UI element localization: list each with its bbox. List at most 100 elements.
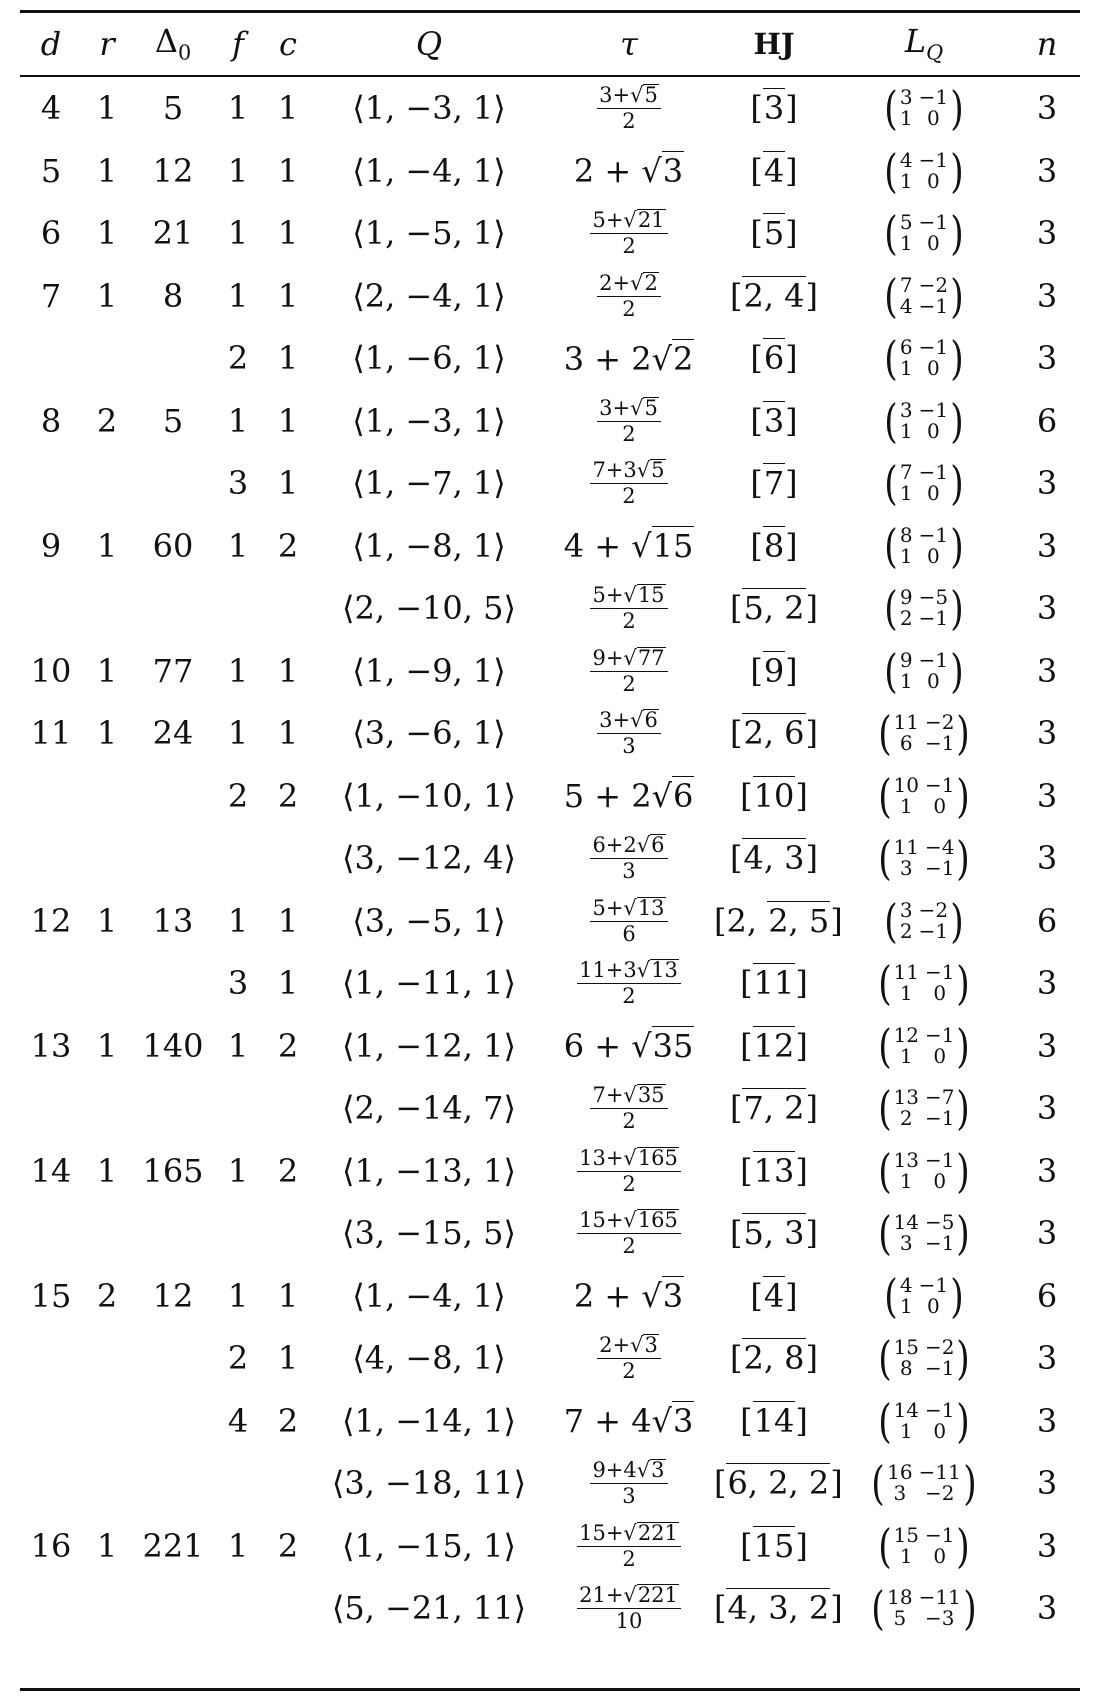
matrix: (10 −1 1 0) (877, 768, 971, 823)
matrix-entry: 3 (899, 85, 913, 110)
matrix-entry: −1 (918, 918, 949, 943)
cell-hj: [12] (740, 1025, 808, 1065)
fraction-numerator: 5+ √ 21 (590, 209, 668, 235)
matrix: (11 −4 3 −1) (877, 831, 971, 886)
matrix-entry: −1 (924, 731, 955, 756)
cell-d (20, 765, 82, 828)
fraction-denominator: 2 (622, 1109, 636, 1134)
fraction-denominator: 2 (622, 1359, 636, 1384)
header-hj: HJ (753, 26, 795, 61)
cell-lq: (3 −1 1 0) (834, 390, 1014, 453)
matrix-entry: 1 (899, 543, 913, 568)
cell-tau: 2+ √ 2 2 (544, 265, 714, 328)
cell-q: ⟨1, −3, 1⟩ (352, 401, 506, 440)
cell-f: 2 (227, 776, 249, 815)
fraction: 11+3 √ 13 2 (577, 959, 681, 1007)
cell-lq: (10 −1 1 0) (834, 765, 1014, 828)
cell-f (214, 1202, 262, 1265)
matrix-entry: 0 (927, 543, 940, 568)
cell-hj: [4] (750, 1275, 798, 1315)
cell-c (262, 577, 314, 640)
fraction-numerator: 5+ √ 13 (590, 896, 668, 922)
cell-r (82, 327, 132, 390)
cell-f: 1 (227, 651, 249, 690)
cell-delta: 221 (142, 1526, 204, 1565)
fraction: 13+ √ 165 2 (577, 1146, 681, 1196)
matrix-entry: −1 (924, 1106, 955, 1131)
matrix-entry: −11 (918, 1585, 961, 1610)
cell-hj: [15] (740, 1525, 808, 1565)
cell-hj: [13] (740, 1150, 808, 1190)
matrix-entry: 9 (899, 585, 913, 610)
cell-c: 2 (277, 1151, 299, 1190)
cell-r: 2 (96, 1276, 118, 1315)
cell-delta (132, 765, 214, 828)
cell-hj: [2, 2, 5] (714, 900, 843, 940)
fraction: 3+ √ 5 2 (597, 396, 661, 445)
cell-f: 1 (227, 276, 249, 315)
cell-lq: (16 −11 3 −2) (834, 1452, 1014, 1515)
period-overline: 7, 2 (742, 1088, 806, 1128)
matrix-entry: 7 (899, 460, 913, 485)
cell-r: 1 (96, 89, 118, 128)
table-row: ⟨2, −10, 5⟩ 5+ √ 15 2 [5, 2](9 −5 2 −1) 3 (20, 577, 1080, 640)
table-row: 4 2 ⟨1, −14, 1⟩ 7 + 4 √ 3 [14](14 −1 1 0) 3 (20, 1390, 1080, 1453)
fraction-numerator: 7+ √ 35 (590, 1084, 668, 1110)
sqrt: √ 3 (641, 151, 685, 191)
fraction-denominator: 2 (622, 1171, 636, 1196)
period-overline: 3 (762, 88, 786, 128)
cell-hj: [2, 8] (729, 1338, 819, 1378)
cell-hj: [7] (750, 463, 798, 503)
cell-lq: (18 −11 5 −3) (834, 1577, 1014, 1640)
fraction-numerator: 3+ √ 5 (597, 83, 661, 110)
matrix: (13 −1 1 0) (877, 1143, 971, 1198)
cell-lq: (4 −1 1 0) (834, 140, 1014, 203)
fraction: 7+3 √ 5 2 (590, 459, 668, 507)
header-c: c (279, 24, 297, 63)
matrix: (7 −2 4 −1) (884, 268, 964, 323)
matrix-entry: 6 (899, 335, 913, 360)
cell-n: 3 (1036, 276, 1058, 315)
cell-f: 4 (227, 1401, 249, 1440)
matrix-entry: 0 (927, 1293, 940, 1318)
cell-delta (132, 952, 214, 1015)
period-overline: 4, 3, 2 (726, 1588, 831, 1628)
fraction-denominator: 2 (622, 1234, 636, 1259)
cell-d (20, 1327, 82, 1390)
cell-d (20, 452, 82, 515)
table-row: 11 1 24 1 1 ⟨3, −6, 1⟩ 3+ √ 6 3 [2, 6](11 −2 6 −1) 3 (20, 702, 1080, 765)
matrix-entry: −2 (924, 1481, 955, 1506)
cell-tau: 7+3 √ 5 2 (544, 452, 714, 515)
fraction: 3+ √ 6 3 (597, 709, 661, 757)
period-overline: 9 (762, 650, 786, 690)
matrix-entry: 16 (887, 1460, 913, 1485)
sqrt: √ 5 (630, 83, 659, 108)
fraction: 2+ √ 2 2 (597, 271, 661, 320)
cell-lq: (12 −1 1 0) (834, 1015, 1014, 1078)
cell-lq: (6 −1 1 0) (834, 327, 1014, 390)
fraction-numerator: 9+ √ 77 (590, 646, 668, 672)
cell-delta (132, 452, 214, 515)
sqrt: √ 221 (623, 1520, 679, 1545)
header-row: d r Δ0 f c Q τ HJ LQ n (20, 12, 1080, 75)
data-table: d r Δ0 f c Q τ HJ LQ n 4 1 5 1 1 ⟨1, −3, 1⟩ 3+… (20, 12, 1080, 1640)
matrix-entry: 14 (893, 1397, 919, 1422)
cell-lq: (3 −1 1 0) (834, 77, 1014, 140)
fraction: 9+ √ 77 2 (590, 646, 668, 695)
matrix-entry: −1 (924, 772, 955, 797)
cell-n: 3 (1036, 89, 1058, 128)
matrix-entry: −1 (924, 1356, 955, 1381)
table-row: 14 1 165 1 2 ⟨1, −13, 1⟩ 13+ √ 165 2 [13](13 −1 1 0) 3 (20, 1140, 1080, 1203)
matrix: (8 −1 1 0) (884, 518, 964, 573)
matrix: (6 −1 1 0) (884, 331, 964, 386)
cell-delta: 13 (152, 901, 194, 940)
cell-r: 1 (96, 526, 118, 565)
cell-f: 1 (227, 401, 249, 440)
cell-d (20, 1390, 82, 1453)
sqrt: √ 6 (651, 776, 695, 816)
cell-f: 1 (227, 1026, 249, 1065)
cell-n: 3 (1036, 1401, 1058, 1440)
cell-hj: [3] (750, 88, 798, 128)
cell-hj: [4, 3, 2] (714, 1588, 843, 1628)
cell-c: 1 (277, 276, 299, 315)
